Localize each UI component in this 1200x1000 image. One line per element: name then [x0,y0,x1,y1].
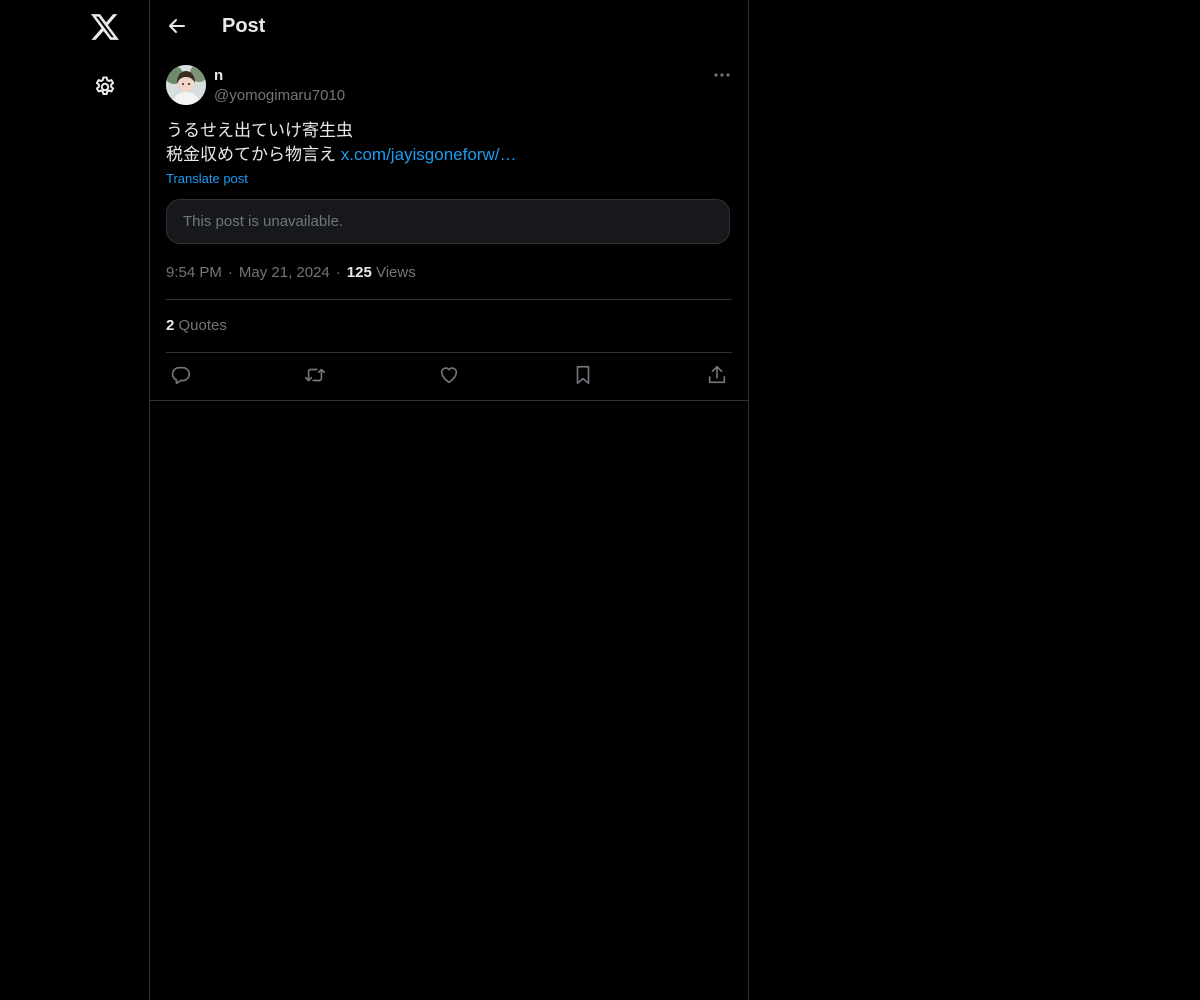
repost-icon[interactable] [302,362,328,388]
post-text-line-1: うるせえ出ていけ寄生虫 [166,121,353,140]
divider [166,352,732,353]
post-metadata: 9:54 PM · May 21, 2024 · 125 Views [166,263,416,283]
app-root: Post n @yomogimaru7010 うるせえ出ていけ寄生虫 税金収めて… [0,0,1200,1000]
post-time[interactable]: 9:54 PM [166,264,222,281]
bookmark-svg [576,365,590,385]
post-text-line-2: 税金収めてから物言え x.com/jayisgoneforw/… [166,143,732,167]
reply-icon[interactable] [168,362,194,388]
user-handle[interactable]: @yomogimaru7010 [214,86,345,106]
avatar-image [166,65,206,105]
repost-svg [305,368,325,382]
bookmark-icon[interactable] [570,362,596,388]
share-svg [708,365,726,384]
post-text-line-2-body: 税金収めてから物言え [166,145,336,164]
share-icon[interactable] [704,362,730,388]
views-count: 125 [346,264,372,281]
divider [166,299,732,300]
translate-post-link[interactable]: Translate post [166,170,248,188]
post-link[interactable]: x.com/jayisgoneforw/… [341,145,517,164]
x-logo-icon[interactable] [89,11,121,43]
main-column: Post n @yomogimaru7010 うるせえ出ていけ寄生虫 税金収めて… [149,0,749,1000]
action-bar [166,362,732,388]
quotes-count: 2 [166,317,175,334]
arrow-left-icon[interactable] [164,13,190,39]
unavailable-text: This post is unavailable. [183,213,344,230]
heart-svg [440,367,458,384]
avatar[interactable] [166,65,206,105]
post-text: うるせえ出ていけ寄生虫 税金収めてから物言え x.com/jayisgonefo… [166,119,732,167]
back-svg [169,19,185,33]
more-options-icon[interactable] [712,64,732,86]
heart-icon[interactable] [436,362,462,388]
reply-svg [171,366,191,385]
quotes-link[interactable]: 2 Quotes [166,316,227,336]
left-nav [0,0,149,1000]
separator-dot: · [335,264,341,281]
views-label: Views [375,264,416,281]
page-header: Post [150,0,748,54]
gear-svg [95,76,115,95]
x-logo-svg [91,14,119,40]
post-bottom-divider [150,400,748,401]
quotes-label: Quotes [178,317,227,334]
gear-icon[interactable] [90,72,120,102]
quoted-post-unavailable: This post is unavailable. [166,199,730,244]
separator-dot: · [227,264,233,281]
more-svg [714,73,730,77]
page-title: Post [222,15,266,37]
display-name[interactable]: n [214,66,223,86]
post-date[interactable]: May 21, 2024 [239,264,330,281]
